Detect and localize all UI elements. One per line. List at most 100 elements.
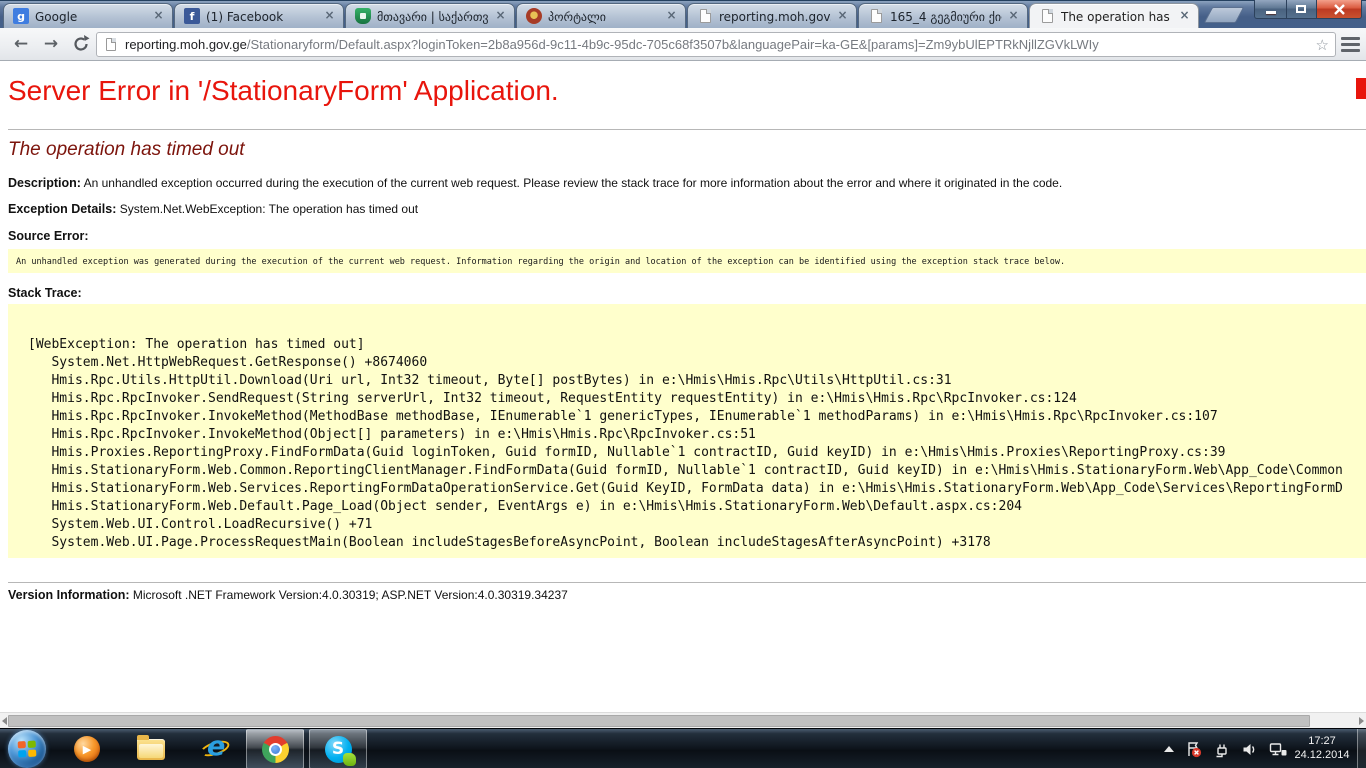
scroll-right-arrow-icon[interactable] <box>1359 717 1364 725</box>
tab-portal[interactable]: პორტალი × <box>516 3 686 28</box>
browser-toolbar: ← → reporting.moh.gov.ge/Stationaryform/… <box>0 28 1366 61</box>
source-error-heading: Source Error: <box>8 229 1366 243</box>
menu-icon <box>1341 37 1360 40</box>
shield-favicon-icon <box>355 8 371 24</box>
internet-explorer-icon: e <box>200 735 230 763</box>
show-desktop-button[interactable] <box>1357 729 1366 768</box>
close-icon <box>1334 4 1345 15</box>
emblem-favicon-icon <box>526 8 542 24</box>
windows-taskbar: ▶ e S <box>0 728 1366 768</box>
tab-165-4[interactable]: 165_4 გეგმიური ქირ × <box>858 3 1028 28</box>
window-controls <box>1254 0 1362 19</box>
reload-button[interactable] <box>68 32 94 56</box>
facebook-favicon-icon: f <box>184 8 200 24</box>
tab-close-icon[interactable]: × <box>835 8 850 23</box>
taskbar-skype[interactable]: S <box>309 729 367 768</box>
close-window-button[interactable] <box>1316 0 1362 19</box>
page-icon <box>106 38 116 51</box>
taskbar-clock[interactable]: 17:27 24.12.2014 <box>1290 734 1354 762</box>
maximize-button[interactable] <box>1287 0 1316 19</box>
url-text: reporting.moh.gov.ge/Stationaryform/Defa… <box>125 37 1309 52</box>
version-label: Version Information: <box>8 588 130 602</box>
tab-reporting[interactable]: reporting.moh.gov.ge × <box>687 3 857 28</box>
google-favicon-icon: g <box>13 8 29 24</box>
source-error-box: An unhandled exception was generated dur… <box>8 249 1366 273</box>
skype-icon: S <box>325 736 352 763</box>
forward-icon: → <box>44 34 58 54</box>
tab-close-icon[interactable]: × <box>1006 8 1021 23</box>
exception-details-text: System.Net.WebException: The operation h… <box>120 202 418 216</box>
folder-icon <box>137 739 165 760</box>
action-center-flag-icon[interactable] <box>1185 741 1202 758</box>
tab-moh-home[interactable]: მთავარი | საქართვე × <box>345 3 515 28</box>
stack-trace-box: [WebException: The operation has timed o… <box>8 304 1366 558</box>
tab-google[interactable]: g Google × <box>3 3 173 28</box>
network-icon[interactable] <box>1269 741 1288 758</box>
clock-time: 17:27 <box>1290 734 1354 748</box>
clock-date: 24.12.2014 <box>1290 748 1354 762</box>
version-text: Microsoft .NET Framework Version:4.0.303… <box>133 588 568 602</box>
show-hidden-icons-button[interactable] <box>1164 746 1174 752</box>
tab-title: მთავარი | საქართვე <box>377 10 489 24</box>
new-tab-button[interactable] <box>1204 7 1245 23</box>
reload-icon <box>72 35 90 53</box>
scrollbar-thumb[interactable] <box>8 715 1310 727</box>
tab-title: (1) Facebook <box>206 10 318 24</box>
system-tray <box>1164 729 1288 768</box>
tab-close-icon[interactable]: × <box>493 8 508 23</box>
maximize-icon <box>1296 5 1306 13</box>
page-favicon-icon <box>697 8 713 24</box>
taskbar-google-chrome-active[interactable] <box>246 729 304 768</box>
minimize-button[interactable] <box>1254 0 1287 19</box>
page-viewport: Server Error in '/StationaryForm' Applic… <box>0 61 1366 712</box>
skype-badge-icon <box>343 753 356 766</box>
tab-close-icon[interactable]: × <box>1177 8 1192 23</box>
remove-hardware-icon[interactable] <box>1213 741 1230 758</box>
version-information-line: Version Information: Microsoft .NET Fram… <box>8 588 1366 602</box>
taskbar-windows-media-player[interactable]: ▶ <box>58 729 116 768</box>
url-path: /Stationaryform/Default.aspx?loginToken=… <box>247 37 1099 52</box>
back-button[interactable]: ← <box>8 32 34 56</box>
tab-close-icon[interactable]: × <box>664 8 679 23</box>
volume-icon[interactable] <box>1241 741 1258 758</box>
tab-title: Google <box>35 10 147 24</box>
tab-title: პორტალი <box>548 10 660 24</box>
forward-button[interactable]: → <box>38 32 64 56</box>
scroll-left-arrow-icon[interactable] <box>2 717 7 725</box>
exception-details-line: Exception Details: System.Net.WebExcepti… <box>8 202 1366 216</box>
error-page: Server Error in '/StationaryForm' Applic… <box>0 75 1366 602</box>
windows-flag-icon <box>18 741 37 758</box>
description-label: Description: <box>8 176 81 190</box>
tab-facebook[interactable]: f (1) Facebook × <box>174 3 344 28</box>
taskbar-internet-explorer[interactable]: e <box>186 729 244 768</box>
chrome-icon <box>262 736 289 763</box>
chrome-menu-button[interactable] <box>1341 37 1360 52</box>
description-line: Description: An unhandled exception occu… <box>8 176 1366 190</box>
minimize-icon <box>1266 11 1276 14</box>
tab-title: reporting.moh.gov.ge <box>719 10 831 24</box>
page-favicon-icon <box>1039 8 1055 24</box>
url-host: reporting.moh.gov.ge <box>125 37 247 52</box>
stack-trace-heading: Stack Trace: <box>8 286 1366 300</box>
tab-title: The operation has tim <box>1061 10 1173 24</box>
tab-close-icon[interactable]: × <box>322 8 337 23</box>
tab-strip: g Google × f (1) Facebook × მთავარი | სა… <box>0 0 1366 28</box>
media-player-icon: ▶ <box>74 736 100 762</box>
divider <box>8 129 1366 130</box>
tab-close-icon[interactable]: × <box>151 8 166 23</box>
back-icon: ← <box>14 34 28 54</box>
desktop-screen: g Google × f (1) Facebook × მთავარი | სა… <box>0 0 1366 768</box>
page-favicon-icon <box>868 8 884 24</box>
page-title: Server Error in '/StationaryForm' Applic… <box>8 75 1366 107</box>
omnibox-address-bar[interactable]: reporting.moh.gov.ge/Stationaryform/Defa… <box>96 32 1336 57</box>
bookmark-star-icon[interactable]: ☆ <box>1316 36 1329 54</box>
exception-details-label: Exception Details: <box>8 202 116 216</box>
description-text: An unhandled exception occurred during t… <box>84 176 1063 190</box>
tab-active-error-page[interactable]: The operation has tim × <box>1029 3 1199 28</box>
tab-title: 165_4 გეგმიური ქირ <box>890 10 1002 24</box>
horizontal-scrollbar[interactable] <box>0 712 1366 728</box>
error-message-heading: The operation has timed out <box>8 139 1366 161</box>
start-button[interactable] <box>8 730 46 768</box>
divider <box>8 582 1366 583</box>
taskbar-windows-explorer[interactable] <box>122 729 180 768</box>
